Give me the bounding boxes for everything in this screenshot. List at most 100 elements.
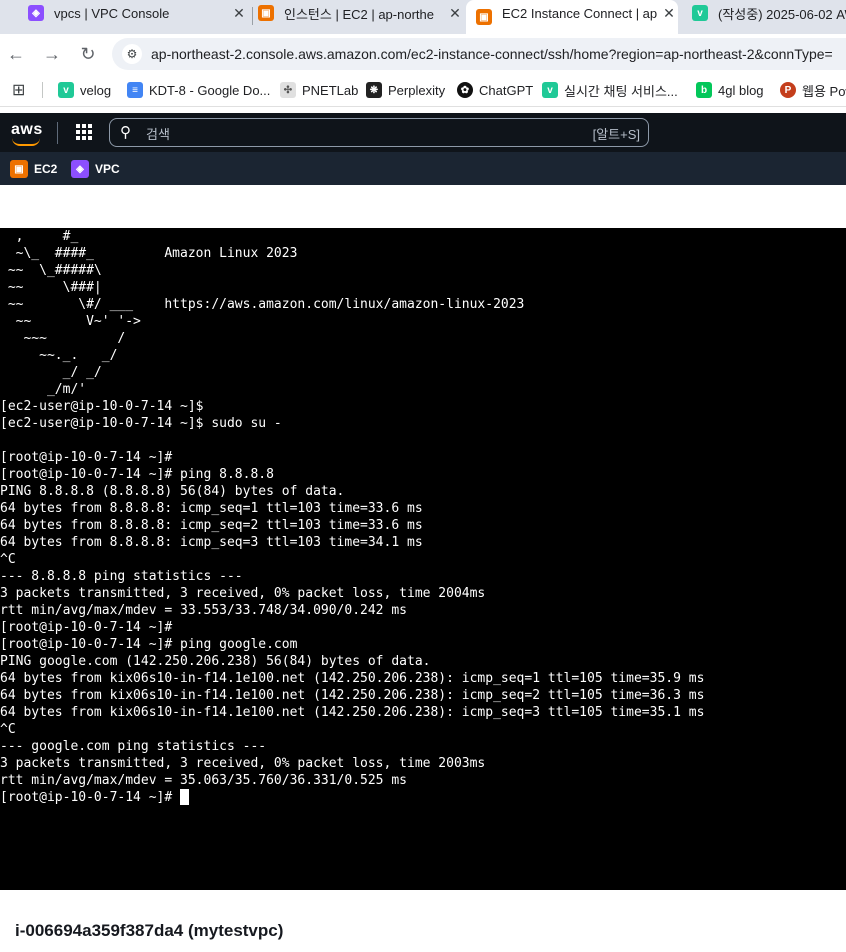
url-text[interactable]: ap-northeast-2.console.aws.amazon.com/ec… [151, 46, 833, 62]
bookmark-label: ChatGPT [479, 82, 534, 98]
tab-instances[interactable]: ▣ 인스턴스 | EC2 | ap-northe ✕ [258, 0, 464, 26]
close-tab-icon[interactable]: ✕ [230, 5, 248, 22]
tab-velog-draft[interactable]: v (작성중) 2025-06-02 AW [692, 0, 846, 26]
apps-grid-icon[interactable]: ⊞ [12, 81, 25, 99]
favorite-label: VPC [95, 162, 120, 176]
terminal-line: --- google.com ping statistics --- [0, 739, 267, 754]
perplexity-icon: ❋ [366, 82, 382, 98]
tab-title: vpcs | VPC Console [54, 5, 170, 21]
bookmark-divider [42, 82, 43, 98]
bookmark-powerpoint-web[interactable]: P 웹용 Pow [780, 81, 846, 99]
bookmark-pnetlab[interactable]: ✣ PNETLab [280, 81, 358, 99]
vpc-service-icon: ◈ [71, 160, 89, 178]
terminal-cursor [180, 789, 190, 805]
ssh-terminal[interactable]: , #_ ~\_ ####_ Amazon Linux 2023 ~~ \_##… [0, 228, 846, 890]
terminal-line: ~~ \#/ ___ https://aws.amazon.com/linux/… [0, 297, 525, 312]
site-settings-icon[interactable]: ⚙ [122, 44, 142, 64]
favorite-vpc[interactable]: ◈ VPC [71, 160, 120, 178]
reload-icon[interactable]: ↻ [76, 42, 100, 66]
ec2-favicon-icon: ▣ [258, 5, 274, 21]
powerpoint-icon: P [780, 82, 796, 98]
terminal-line: 64 bytes from kix06s10-in-f14.1e100.net … [0, 688, 705, 703]
favorite-ec2[interactable]: ▣ EC2 [10, 160, 57, 178]
terminal-line: PING google.com (142.250.206.238) 56(84)… [0, 654, 431, 669]
aws-logo[interactable]: aws [11, 121, 43, 139]
naver-blog-icon: b [696, 82, 712, 98]
terminal-prompt: [root@ip-10-0-7-14 ~]# [0, 790, 181, 805]
terminal-line: rtt min/avg/max/mdev = 35.063/35.760/36.… [0, 773, 407, 788]
bookmark-label: 웹용 Pow [802, 83, 846, 99]
terminal-line: [root@ip-10-0-7-14 ~]# ping google.com [0, 637, 298, 652]
tab-title: EC2 Instance Connect | ap [502, 5, 658, 21]
terminal-line: 3 packets transmitted, 3 received, 0% pa… [0, 586, 486, 601]
favorites-bar: ▣ EC2 ◈ VPC [0, 152, 846, 185]
search-placeholder: 검색 [146, 127, 170, 142]
velog-favicon-icon: v [692, 5, 708, 21]
bookmark-label: KDT-8 - Google Do... [149, 82, 271, 98]
terminal-line: ~~ \_#####\ [0, 263, 102, 278]
bookmark-label: PNETLab [302, 82, 359, 98]
terminal-line: --- 8.8.8.8 ping statistics --- [0, 569, 243, 584]
nav-divider [57, 122, 58, 144]
close-tab-icon[interactable]: ✕ [660, 5, 678, 22]
terminal-line: ^C [0, 552, 16, 567]
search-shortcut-hint: [알트+S] [592, 127, 640, 142]
terminal-line: [ec2-user@ip-10-0-7-14 ~]$ [0, 399, 204, 414]
tab-ec2-instance-connect[interactable]: ▣ EC2 Instance Connect | ap ✕ [466, 0, 678, 34]
bookmark-label: 실시간 채팅 서비스... [564, 83, 678, 99]
terminal-line: ~\_ ####_ Amazon Linux 2023 [0, 246, 298, 261]
vpc-favicon-icon: ◈ [28, 5, 44, 21]
aws-search-input[interactable]: ⚲ 검색 [알트+S] [109, 118, 649, 147]
google-docs-icon: ≡ [127, 82, 143, 98]
terminal-line: ~~ V~' '-> [0, 314, 141, 329]
terminal-line: [root@ip-10-0-7-14 ~]# [0, 450, 173, 465]
bookmark-chatgpt[interactable]: ✿ ChatGPT [457, 81, 533, 99]
terminal-line: PING 8.8.8.8 (8.8.8.8) 56(84) bytes of d… [0, 484, 345, 499]
bookmark-label: velog [80, 82, 112, 98]
velog-icon: v [58, 82, 74, 98]
terminal-line: 64 bytes from 8.8.8.8: icmp_seq=3 ttl=10… [0, 535, 423, 550]
chatgpt-icon: ✿ [457, 82, 473, 98]
velog-icon: v [542, 82, 558, 98]
terminal-line: _/m/' [0, 382, 87, 397]
tab-divider [252, 7, 253, 25]
bookmark-4gl-blog[interactable]: b 4gl blog [696, 81, 764, 99]
terminal-line: ~~~ / [0, 331, 126, 346]
aws-logo-smile [12, 138, 40, 146]
terminal-line: ^C [0, 722, 16, 737]
terminal-output: , #_ ~\_ ####_ Amazon Linux 2023 ~~ \_##… [0, 228, 704, 806]
tab-strip: ◈ vpcs | VPC Console ✕ ▣ 인스턴스 | EC2 | ap… [0, 0, 846, 34]
tab-title: (작성중) 2025-06-02 AW [718, 6, 846, 22]
address-bar[interactable]: ⚙ ap-northeast-2.console.aws.amazon.com/… [112, 38, 846, 70]
terminal-line: rtt min/avg/max/mdev = 33.553/33.748/34.… [0, 603, 407, 618]
bookmark-label: 4gl blog [718, 82, 764, 98]
terminal-line: _/ _/ [0, 365, 102, 380]
aws-top-nav: aws ⚲ 검색 [알트+S] [0, 113, 846, 152]
bookmark-kdt8-docs[interactable]: ≡ KDT-8 - Google Do... [127, 81, 270, 99]
terminal-line: 64 bytes from 8.8.8.8: icmp_seq=1 ttl=10… [0, 501, 423, 516]
close-tab-icon[interactable]: ✕ [446, 5, 464, 22]
back-arrow-icon[interactable]: ← [4, 42, 28, 66]
bookmark-velog[interactable]: v velog [58, 81, 111, 99]
terminal-line: [root@ip-10-0-7-14 ~]# ping 8.8.8.8 [0, 467, 274, 482]
tab-title: 인스턴스 | EC2 | ap-northe [284, 6, 434, 22]
address-toolbar: ← → ↻ ⚙ ap-northeast-2.console.aws.amazo… [0, 34, 846, 74]
terminal-line: ~~._. _/ [0, 348, 118, 363]
terminal-line: , #_ [0, 229, 79, 244]
bookmark-realtime-chat[interactable]: v 실시간 채팅 서비스... [542, 81, 678, 99]
search-icon: ⚲ [120, 124, 131, 141]
terminal-line: 3 packets transmitted, 3 received, 0% pa… [0, 756, 486, 771]
terminal-line: 64 bytes from kix06s10-in-f14.1e100.net … [0, 671, 705, 686]
bookmarks-bar: ⊞ v velog ≡ KDT-8 - Google Do... ✣ PNETL… [0, 74, 846, 107]
pnetlab-icon: ✣ [280, 82, 296, 98]
terminal-line: ~~ \###| [0, 280, 102, 295]
ec2-service-icon: ▣ [10, 160, 28, 178]
forward-arrow-icon[interactable]: → [40, 42, 64, 66]
bookmark-perplexity[interactable]: ❋ Perplexity [366, 81, 445, 99]
terminal-line: [ec2-user@ip-10-0-7-14 ~]$ sudo su - [0, 416, 282, 431]
terminal-line: [root@ip-10-0-7-14 ~]# [0, 620, 173, 635]
tab-vpcs[interactable]: ◈ vpcs | VPC Console ✕ [28, 0, 248, 26]
services-menu-icon[interactable] [76, 124, 92, 140]
favorite-label: EC2 [34, 162, 58, 176]
